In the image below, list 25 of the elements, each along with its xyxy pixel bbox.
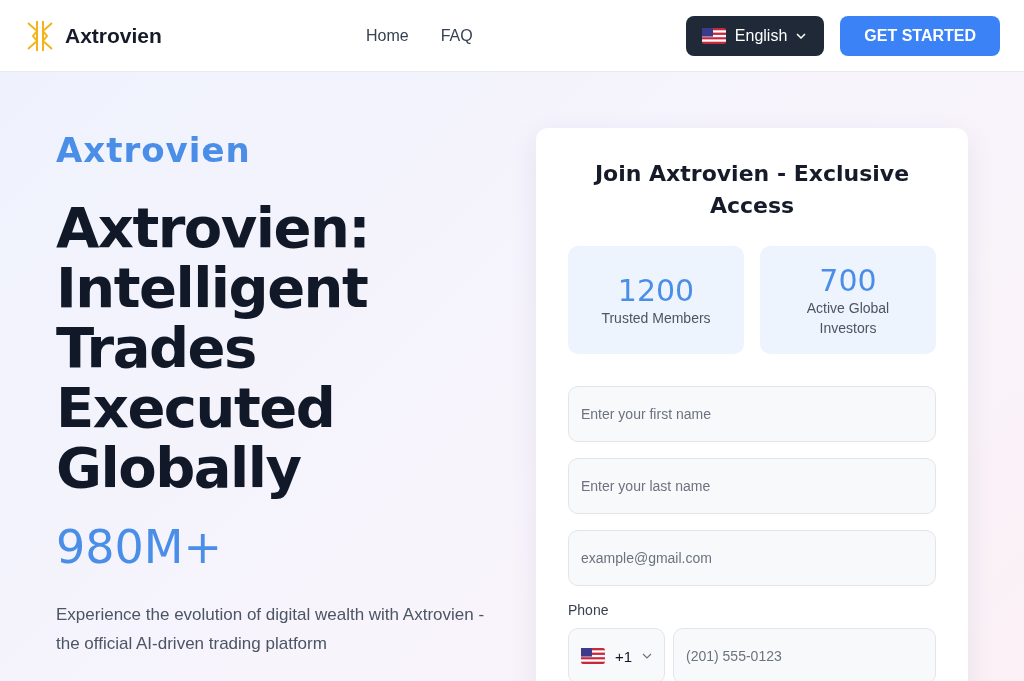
flag-icon — [581, 648, 605, 664]
headline: Axtrovien: Intelligent Trades Executed Globally — [56, 198, 371, 498]
description: Experience the evolution of digital wealth with Axtrovien - the official AI-driven trading platform — [56, 604, 486, 655]
nav-link[interactable]: Home — [366, 26, 409, 45]
logo-icon — [26, 19, 54, 52]
language-button[interactable]: English — [685, 15, 825, 56]
chevron-down-icon — [642, 653, 652, 659]
stat-number: 1200 — [617, 272, 695, 308]
input-field[interactable]: example@gmail.com — [568, 530, 936, 586]
input-field[interactable]: Enter your last name — [568, 458, 936, 514]
form-title: Join Axtrovien - Exclusive Access — [592, 160, 911, 220]
eyebrow-title: Axtrovien — [56, 130, 252, 170]
country-code-select[interactable]: +1 — [568, 628, 665, 681]
phone-label: Phone — [568, 602, 610, 618]
stat-label: Trusted Members — [601, 308, 711, 328]
brand-name: Axtrovien — [65, 23, 162, 48]
stat-number: 700 — [819, 262, 877, 298]
flag-icon — [701, 27, 726, 44]
chevron-down-icon — [796, 32, 807, 39]
get-started-button[interactable]: GET STARTED — [840, 15, 1000, 56]
stat-label: Active Global Investors — [805, 298, 891, 338]
nav-link[interactable]: FAQ — [440, 26, 473, 45]
phone-field[interactable]: (201) 555-0123 — [673, 628, 936, 681]
stat-value: 980M+ — [56, 520, 224, 574]
input-field[interactable]: Enter your first name — [568, 386, 936, 442]
